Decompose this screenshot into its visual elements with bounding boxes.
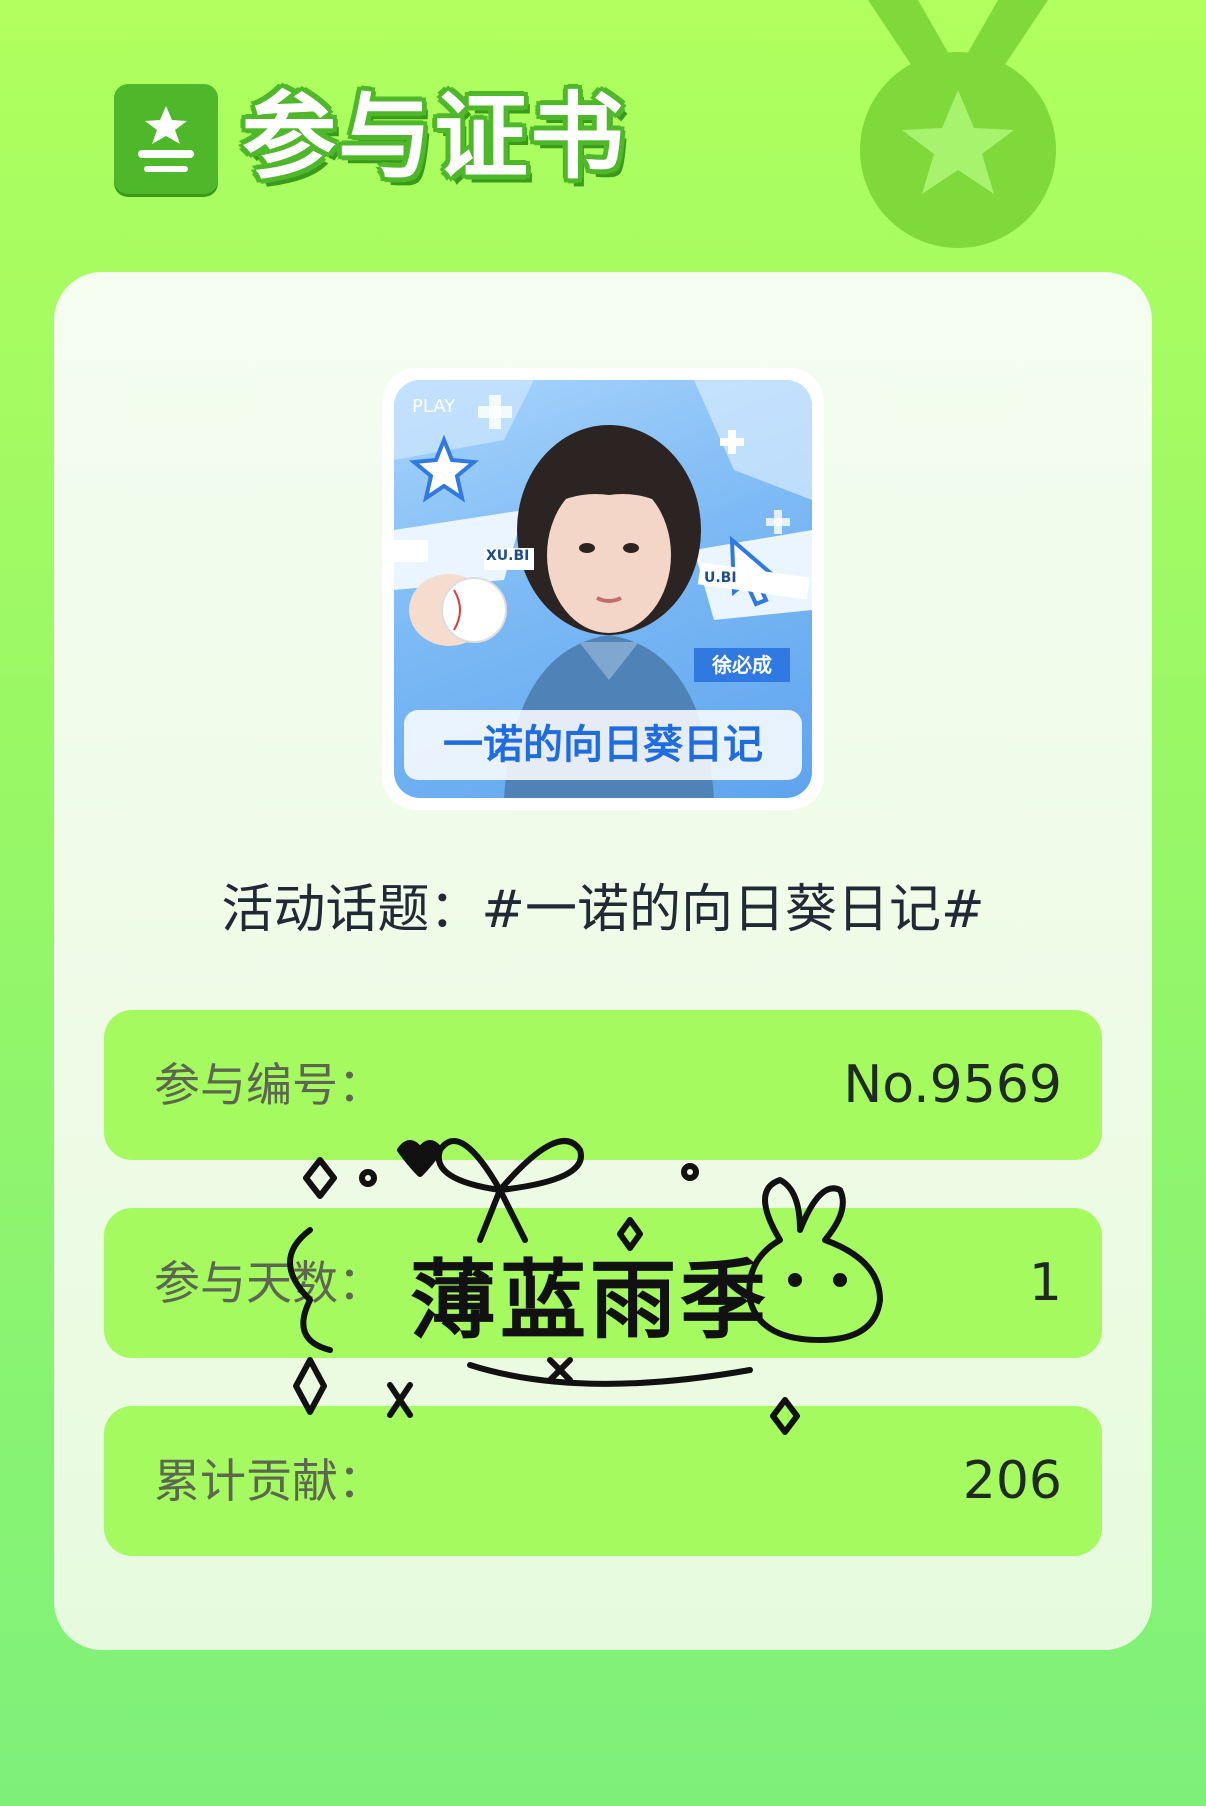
total-contribution-label: 累计贡献：	[154, 1454, 384, 1508]
participation-days-label: 参与天数：	[154, 1256, 384, 1310]
certificate-logo-icon	[114, 84, 218, 194]
tape-left-text: XU.BI	[486, 548, 530, 564]
signature-text: 薄蓝雨季	[410, 1251, 770, 1351]
participation-number-label: 参与编号：	[154, 1058, 384, 1112]
total-contribution-value: 206	[962, 1451, 1062, 1511]
poster-name-tag: 徐必成	[712, 653, 772, 677]
poster-banner: 一诺的向日葵日记	[443, 722, 763, 768]
medal-icon	[858, 0, 1058, 250]
participation-number-row: 参与编号： No.9569	[104, 1010, 1102, 1160]
participation-days-value: 1	[1028, 1253, 1062, 1313]
poster-image: PLAY XU.BI U.BI 徐必成 一诺的向日葵日记	[394, 380, 812, 798]
play-label: PLAY	[412, 396, 456, 417]
total-contribution-row: 累计贡献： 206	[104, 1406, 1102, 1556]
participation-number-value: No.9569	[843, 1055, 1062, 1115]
page-title: 参与证书	[242, 83, 627, 192]
tape-right-text: U.BI	[704, 570, 737, 586]
activity-poster: PLAY XU.BI U.BI 徐必成 一诺的向日葵日记	[382, 368, 824, 810]
activity-topic: 活动话题：#一诺的向日葵日记#	[221, 880, 985, 940]
